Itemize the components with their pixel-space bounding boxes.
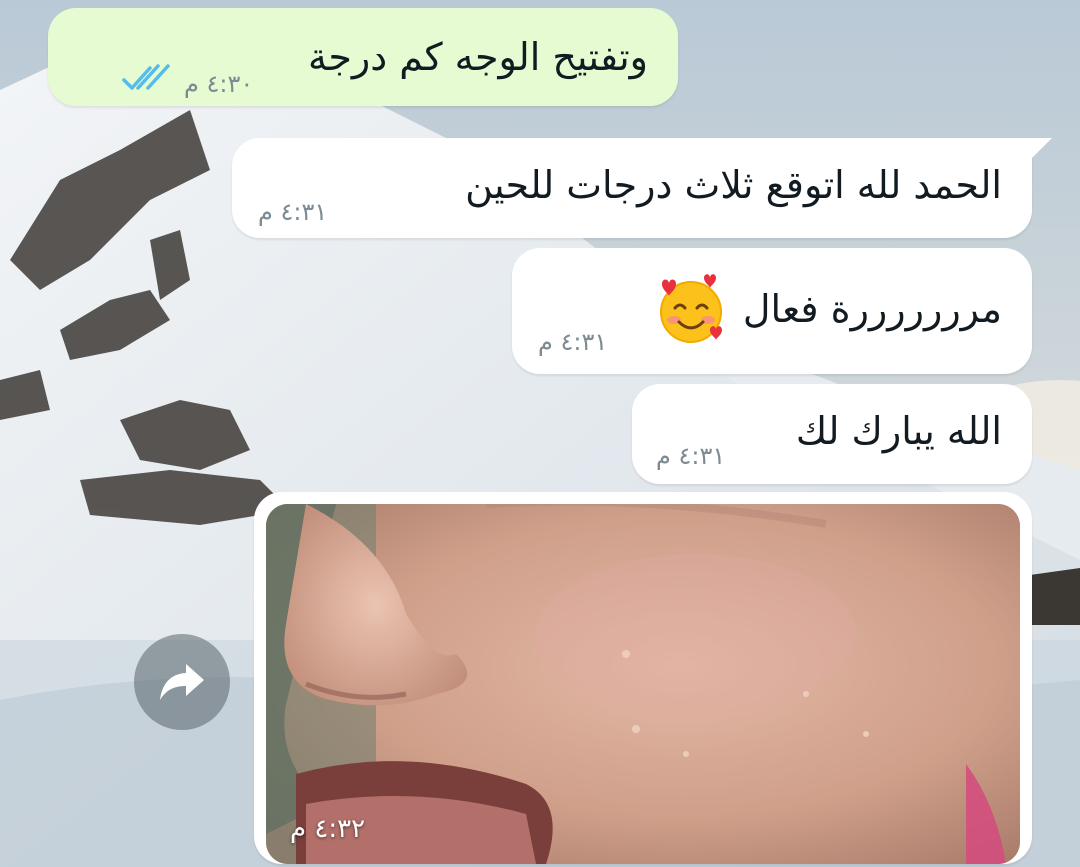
message-time: ٤:٣٠ م: [184, 70, 254, 98]
incoming-message[interactable]: مرررررررة فعال ٤:٣١ م: [512, 248, 1032, 374]
double-check-read-icon: [122, 64, 170, 90]
face-skin-closeup-photo[interactable]: ٤:٣٢ م: [266, 504, 1020, 864]
face-skin-closeup-photo: [266, 504, 1020, 864]
message-time: ٤:٣١ م: [538, 328, 608, 356]
message-tail: [1030, 138, 1052, 160]
incoming-message[interactable]: الله يبارك لك ٤:٣١ م: [632, 384, 1032, 484]
message-time: ٤:٣١ م: [656, 442, 726, 470]
message-text: وتفتيح الوجه كم درجة: [308, 35, 648, 79]
message-text: الحمد لله اتوقع ثلاث درجات للحين: [465, 163, 1002, 207]
message-time: ٤:٣١ م: [258, 198, 328, 226]
incoming-image-message[interactable]: ٤:٣٢ م: [254, 492, 1032, 864]
image-message-time: ٤:٣٢ م: [290, 814, 366, 844]
message-text: مرررررررة فعال: [742, 287, 1002, 331]
outgoing-message[interactable]: وتفتيح الوجه كم درجة ٤:٣٠ م: [48, 8, 678, 106]
forward-button[interactable]: [134, 634, 230, 730]
message-text: الله يبارك لك: [795, 409, 1002, 453]
forward-arrow-icon: [160, 664, 204, 700]
incoming-message[interactable]: الحمد لله اتوقع ثلاث درجات للحين ٤:٣١ م: [232, 138, 1032, 238]
smiling-face-with-hearts-icon: [660, 274, 722, 343]
